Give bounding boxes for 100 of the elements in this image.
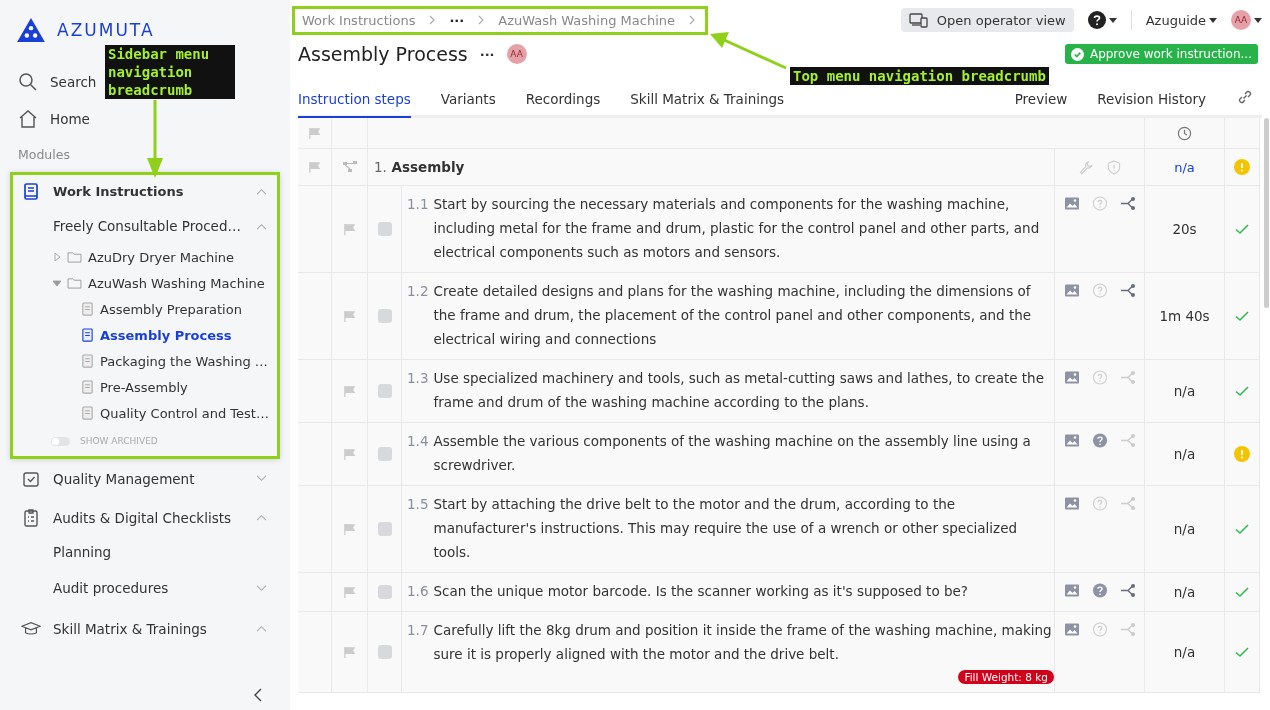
duration: n/a [1173, 383, 1196, 399]
module-item[interactable]: Skill Matrix & Trainings [13, 612, 277, 645]
step-text: Assemble the various components of the washing machine on the assembly line using a screwdriver. [433, 432, 1032, 475]
document-item[interactable]: Pre-Assembly [13, 374, 277, 400]
avatar: AA [1231, 10, 1251, 30]
book-icon [21, 181, 41, 202]
image-icon[interactable] [1063, 622, 1080, 637]
breadcrumb-link[interactable]: Work Instructions [302, 12, 416, 28]
image-icon[interactable] [1063, 283, 1080, 298]
logo-text: AZUMUTA [57, 20, 155, 40]
flag-icon [343, 645, 356, 659]
shield-icon [1105, 159, 1122, 175]
submodule-item[interactable]: Planning [13, 534, 277, 570]
question-icon[interactable] [1091, 370, 1108, 385]
step-checkbox[interactable] [377, 384, 392, 398]
duration: 20s [1172, 221, 1197, 237]
caret-icon [1108, 17, 1117, 23]
tab[interactable]: Recordings [525, 91, 601, 118]
folder-label: AzuWash Washing Machine [88, 275, 265, 291]
step-number: 1.5 [407, 495, 429, 514]
folder-item[interactable]: AzuDry Dryer Machine [13, 244, 277, 270]
sidebar-item[interactable]: Home [10, 100, 94, 137]
flag-icon [308, 160, 321, 174]
account-menu[interactable]: AA [1231, 10, 1262, 30]
question-icon[interactable] [1091, 622, 1108, 637]
group-title: 1. Assembly [374, 159, 465, 175]
operator-view-button[interactable]: Open operator view [900, 8, 1074, 32]
step-checkbox[interactable] [377, 645, 392, 659]
link-icon[interactable] [1236, 88, 1254, 106]
submodule-item[interactable]: Freely Consultable Proced… [13, 208, 277, 244]
step-checkbox[interactable] [377, 447, 392, 461]
share-icon[interactable] [1119, 583, 1136, 598]
archive-toggle[interactable] [51, 436, 70, 446]
document-item[interactable]: Assembly Preparation [13, 296, 277, 322]
document-item[interactable]: Packaging the Washing … [13, 348, 277, 374]
question-icon[interactable] [1091, 283, 1108, 298]
folder-icon [67, 251, 82, 263]
tab[interactable]: Skill Matrix & Trainings [630, 91, 785, 118]
document-item[interactable]: Assembly Process [13, 322, 277, 348]
question-icon[interactable] [1091, 433, 1108, 448]
avatar: AA [506, 44, 527, 64]
time-link[interactable]: n/a [1174, 159, 1195, 175]
tab[interactable]: Revision History [1097, 91, 1206, 118]
step-number: 1.1 [407, 195, 429, 214]
flag-icon [308, 126, 321, 140]
step-number: 1.6 [407, 582, 429, 601]
hierarchy-icon [341, 160, 358, 174]
duration: n/a [1173, 644, 1196, 660]
module-label: Audits & Digital Checklists [53, 509, 232, 526]
home-icon [18, 108, 38, 129]
step-number: 1.3 [407, 369, 429, 388]
folder-icon [67, 277, 82, 289]
help-menu[interactable] [1087, 11, 1117, 29]
module-item[interactable]: Work Instructions [13, 175, 277, 208]
step-checkbox[interactable] [377, 222, 392, 236]
step-checkbox[interactable] [377, 522, 392, 536]
step-number: 1.4 [407, 432, 429, 451]
question-icon[interactable] [1091, 196, 1108, 211]
image-icon[interactable] [1063, 433, 1080, 448]
chevron-right-icon [429, 15, 436, 25]
collapse-icon[interactable] [254, 688, 262, 702]
image-icon[interactable] [1063, 196, 1080, 211]
document-item[interactable]: Quality Control and Test… [13, 400, 277, 426]
logo-icon [17, 18, 45, 42]
folder-item[interactable]: AzuWash Washing Machine [13, 270, 277, 296]
flag-icon [343, 384, 356, 398]
tab[interactable]: Preview [1014, 91, 1068, 118]
module-item[interactable]: Audits & Digital Checklists [13, 501, 277, 534]
duration: 1m 40s [1159, 308, 1210, 324]
question-icon[interactable] [1091, 583, 1108, 598]
image-icon[interactable] [1063, 370, 1080, 385]
image-icon[interactable] [1063, 496, 1080, 511]
submodule-item[interactable]: Audit procedures [13, 570, 277, 606]
user-menu[interactable]: Azuguide [1145, 12, 1217, 28]
flag-icon [343, 522, 356, 536]
tab[interactable]: Variants [440, 91, 496, 118]
step-checkbox[interactable] [377, 585, 392, 599]
more-menu[interactable]: ··· [479, 46, 495, 62]
scrollbar[interactable] [1264, 118, 1269, 308]
breadcrumb-link[interactable]: ··· [449, 12, 465, 28]
step-checkbox[interactable] [377, 309, 392, 323]
module-item[interactable]: Quality Management [13, 462, 277, 495]
caret-icon [1209, 17, 1217, 23]
caret-icon [1254, 17, 1262, 23]
module-label: Skill Matrix & Trainings [53, 620, 208, 637]
submodule-label: Freely Consultable Proced… [53, 218, 242, 234]
devices-icon [908, 12, 929, 28]
chevron-icon [256, 514, 267, 521]
share-icon[interactable] [1119, 196, 1136, 211]
breadcrumb-link[interactable]: AzuWash Washing Machine [498, 12, 675, 28]
sidebar-item[interactable]: Search [10, 63, 101, 100]
share-icon[interactable] [1119, 283, 1136, 298]
module-label: Quality Management [53, 470, 196, 487]
step-text: Create detailed designs and plans for the washing machine, including the dimensions of the frame and drum, the placement of the control panel and other components, and the electrical wiring and connections [433, 282, 1033, 349]
toggle-label: SHOW ARCHIVED [80, 436, 158, 446]
question-icon[interactable] [1091, 496, 1108, 511]
document-icon [81, 353, 94, 369]
submodule-label: Planning [53, 544, 113, 560]
image-icon[interactable] [1063, 583, 1080, 598]
chevron-right-icon [478, 15, 485, 25]
